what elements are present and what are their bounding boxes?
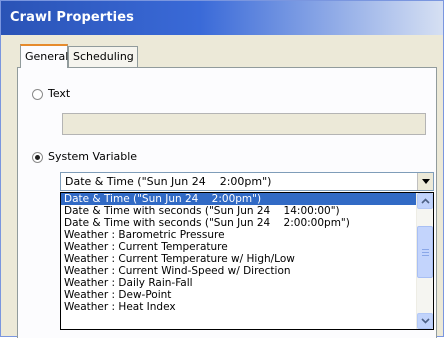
list-item[interactable]: Weather : Daily Rain-Fall (61, 277, 416, 289)
list-item[interactable]: Weather : Current Temperature (61, 241, 416, 253)
dropdown-scrollbar[interactable] (416, 193, 433, 329)
list-item[interactable]: Weather : Current Wind-Speed w/ Directio… (61, 265, 416, 277)
system-variable-radio[interactable] (32, 152, 43, 163)
list-item[interactable]: Date & Time ("Sun Jun 24 2:00pm") (61, 193, 416, 205)
list-item[interactable]: Date & Time with seconds ("Sun Jun 24 14… (61, 205, 416, 217)
crawl-properties-dialog: Crawl Properties General Scheduling Text… (0, 0, 444, 338)
combo-dropdown-button[interactable] (417, 173, 433, 190)
dropdown-items: Date & Time ("Sun Jun 24 2:00pm") Date &… (61, 193, 416, 313)
system-variable-dropdown-list[interactable]: Date & Time ("Sun Jun 24 2:00pm") Date &… (60, 192, 434, 330)
window-title: Crawl Properties (10, 10, 134, 25)
text-input[interactable] (62, 113, 426, 135)
grip-line (422, 249, 429, 250)
scroll-down-button[interactable] (417, 313, 433, 329)
list-item[interactable]: Date & Time with seconds ("Sun Jun 24 2:… (61, 217, 416, 229)
text-radio[interactable] (32, 89, 43, 100)
list-item[interactable]: Weather : Dew-Point (61, 289, 416, 301)
list-item[interactable]: Weather : Current Temperature w/ High/Lo… (61, 253, 416, 265)
tab-scheduling[interactable]: Scheduling (68, 46, 138, 67)
chevron-down-icon (422, 179, 430, 184)
list-item[interactable]: Weather : Barometric Pressure (61, 229, 416, 241)
system-variable-radio-label[interactable]: System Variable (48, 150, 137, 163)
grip-line (422, 252, 429, 253)
tab-general[interactable]: General (20, 44, 68, 68)
combo-selected-value: Date & Time ("Sun Jun 24 2:00pm") (65, 175, 272, 188)
chevron-down-icon (421, 318, 430, 324)
system-variable-combo[interactable]: Date & Time ("Sun Jun 24 2:00pm") (60, 172, 434, 191)
scroll-up-button[interactable] (417, 193, 433, 209)
scroll-thumb[interactable] (417, 226, 433, 278)
list-item[interactable]: Weather : Heat Index (61, 301, 416, 313)
grip-line (422, 255, 429, 256)
title-bar[interactable]: Crawl Properties (1, 1, 443, 35)
text-radio-label[interactable]: Text (48, 87, 70, 100)
chevron-up-icon (421, 198, 430, 204)
